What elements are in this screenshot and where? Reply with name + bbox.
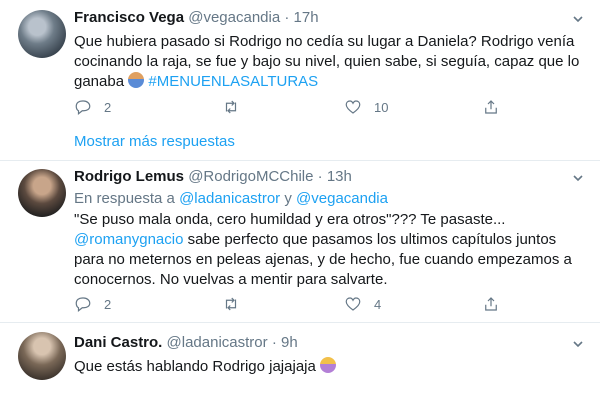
tweet-francisco-vega[interactable]: Francisco Vega @vegacandia · 17h Que hub… bbox=[0, 0, 600, 160]
tweet-body: Que estás hablando Rodrigo jajajaja bbox=[74, 358, 320, 375]
reply-button[interactable]: 2 bbox=[74, 98, 111, 116]
reply-button[interactable]: 2 bbox=[74, 295, 111, 313]
tweet-header: Francisco Vega @vegacandia · 17h bbox=[74, 9, 319, 26]
tweet-rodrigo-lemus[interactable]: Rodrigo Lemus @RodrigoMCChile · 13h En r… bbox=[0, 161, 600, 321]
tweet-text: Que estás hablando Rodrigo jajajaja bbox=[74, 357, 584, 377]
heart-icon bbox=[345, 297, 361, 311]
like-button[interactable]: 10 bbox=[344, 98, 388, 116]
timestamp[interactable]: 17h bbox=[294, 9, 319, 26]
retweet-button[interactable] bbox=[222, 295, 240, 313]
mention-link[interactable]: @ladanicastror bbox=[179, 190, 280, 207]
avatar[interactable] bbox=[18, 10, 66, 58]
timestamp[interactable]: 13h bbox=[327, 168, 352, 185]
reply-and: y bbox=[280, 190, 297, 207]
reply-count: 2 bbox=[104, 296, 112, 312]
tweet-actions: 2 4 bbox=[74, 295, 514, 317]
separator: · bbox=[271, 334, 277, 351]
reply-prefix: En respuesta a bbox=[74, 190, 180, 207]
woman-facepalming-icon bbox=[320, 357, 336, 373]
author-handle[interactable]: @vegacandia bbox=[188, 9, 280, 26]
author-handle[interactable]: @RodrigoMCChile bbox=[188, 168, 313, 185]
mention-link[interactable]: @romanygnacio bbox=[74, 231, 183, 248]
chevron-down-icon[interactable] bbox=[572, 13, 584, 25]
tweet-text: "Se puso mala onda, cero humildad y era … bbox=[74, 210, 584, 290]
tweet-body: "Se puso mala onda, cero humildad y era … bbox=[74, 211, 506, 228]
avatar[interactable] bbox=[18, 332, 66, 380]
author-handle[interactable]: @ladanicastror bbox=[167, 334, 268, 351]
author-name[interactable]: Dani Castro. bbox=[74, 334, 162, 351]
share-icon bbox=[485, 297, 497, 311]
show-more-replies-link[interactable]: Mostrar más respuestas bbox=[74, 133, 235, 150]
hashtag-link[interactable]: #MENUENLASALTURAS bbox=[148, 73, 318, 90]
share-icon bbox=[485, 100, 497, 114]
retweet-icon bbox=[225, 100, 237, 114]
mention-link[interactable]: @vegacandia bbox=[296, 190, 388, 207]
timestamp[interactable]: 9h bbox=[281, 334, 298, 351]
retweet-button[interactable] bbox=[222, 98, 240, 116]
man-gesturing-icon bbox=[128, 72, 145, 88]
chevron-down-icon[interactable] bbox=[572, 338, 584, 350]
reply-count: 2 bbox=[104, 99, 112, 115]
chevron-down-icon[interactable] bbox=[572, 172, 584, 184]
tweet-header: Dani Castro. @ladanicastror · 9h bbox=[74, 334, 298, 351]
avatar[interactable] bbox=[18, 169, 66, 217]
tweet-actions: 2 10 bbox=[74, 98, 514, 120]
heart-icon bbox=[345, 100, 361, 114]
reply-context: En respuesta a @ladanicastror y @vegacan… bbox=[74, 190, 388, 207]
reply-icon bbox=[75, 100, 91, 115]
share-button[interactable] bbox=[482, 295, 500, 313]
separator: · bbox=[317, 168, 323, 185]
tweet-text: Que hubiera pasado si Rodrigo no cedía s… bbox=[74, 32, 584, 92]
retweet-icon bbox=[225, 297, 237, 311]
reply-icon bbox=[75, 297, 91, 312]
separator: · bbox=[284, 9, 290, 26]
author-name[interactable]: Rodrigo Lemus bbox=[74, 168, 184, 185]
tweet-header: Rodrigo Lemus @RodrigoMCChile · 13h bbox=[74, 168, 352, 185]
author-name[interactable]: Francisco Vega bbox=[74, 9, 184, 26]
share-button[interactable] bbox=[482, 98, 500, 116]
like-count: 10 bbox=[374, 99, 389, 115]
like-count: 4 bbox=[374, 296, 382, 312]
like-button[interactable]: 4 bbox=[344, 295, 381, 313]
tweet-dani-castro[interactable]: Dani Castro. @ladanicastror · 9h Que est… bbox=[0, 323, 600, 414]
